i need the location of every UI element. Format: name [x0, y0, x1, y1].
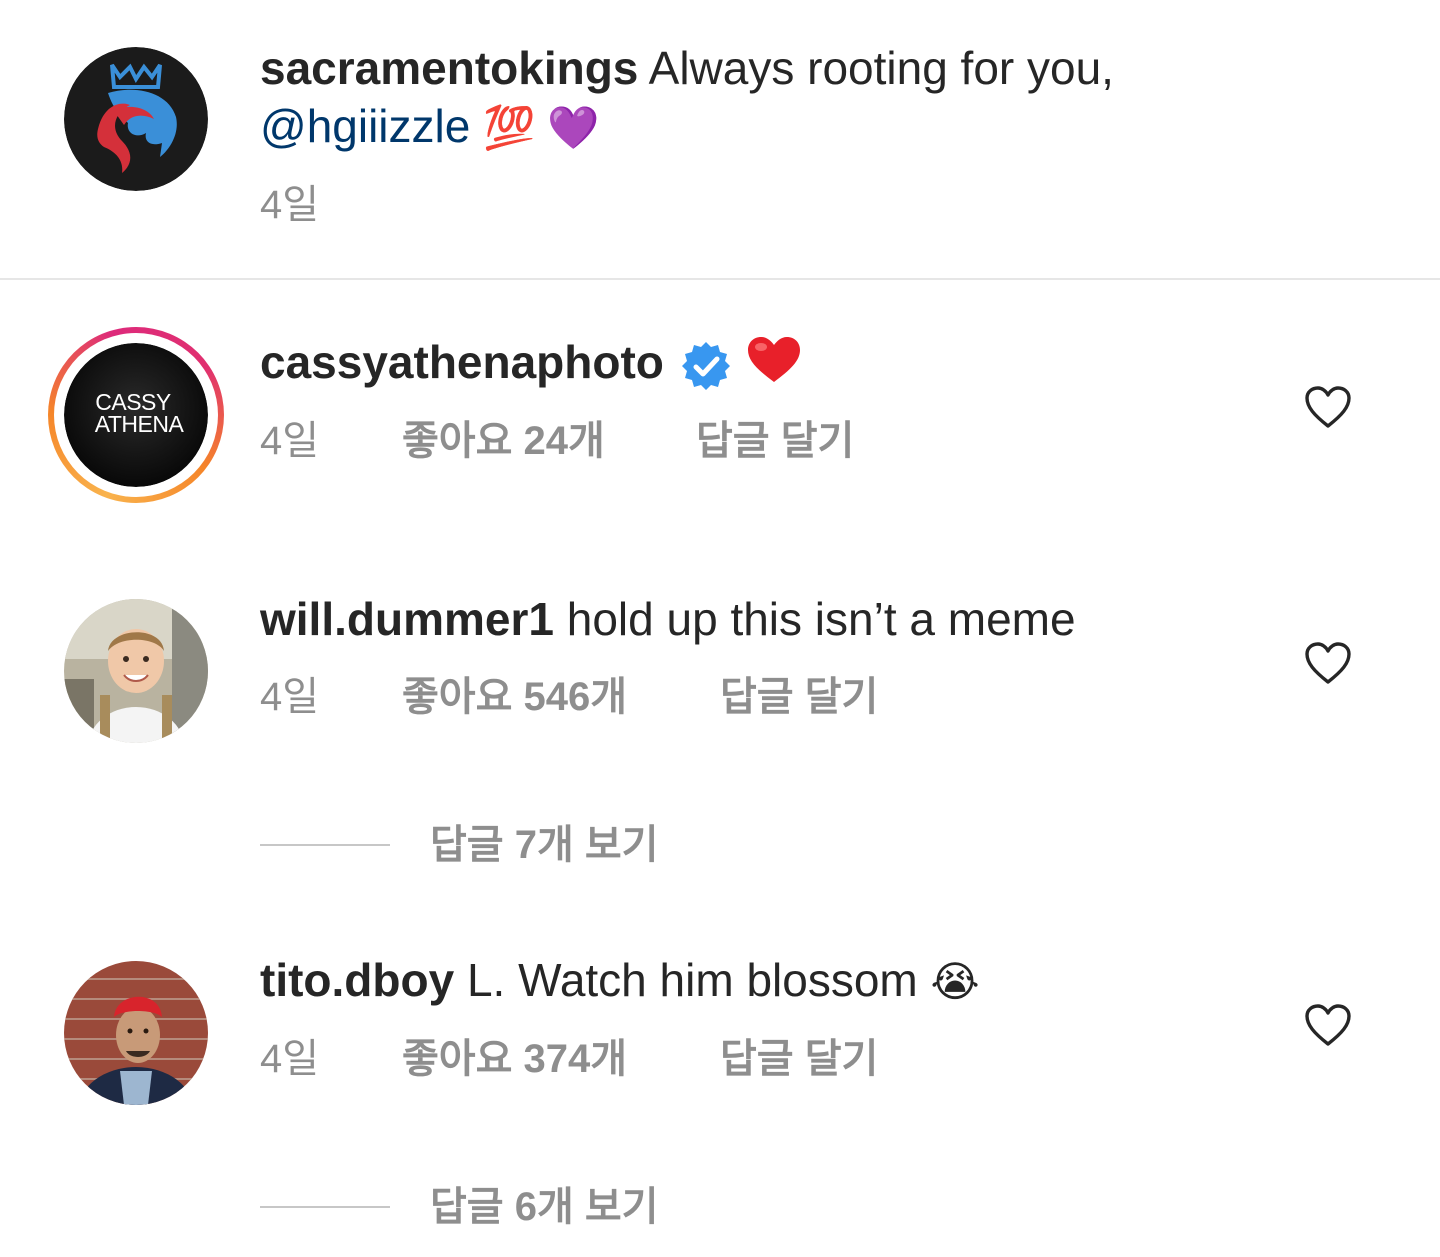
caption-divider: [0, 278, 1440, 280]
view-replies-line: [260, 1206, 390, 1208]
caption-body: Always rooting for you,: [648, 42, 1114, 94]
caption-text-line2: @hgiiizzle 💯 💜: [260, 98, 599, 156]
child-photo-icon: [64, 599, 208, 743]
avatar-will-dummer1[interactable]: [64, 599, 208, 743]
caption-username[interactable]: sacramentokings: [260, 42, 638, 94]
comment-username[interactable]: cassyathenaphoto: [260, 336, 664, 388]
comment-meta: 4일 좋아요 374개 답글 달기: [260, 1034, 878, 1084]
avatar-text-athena: ATHENA: [94, 411, 184, 437]
comment-text: cassyathenaphoto: [260, 334, 802, 396]
comment-body: hold up this isn’t a meme: [566, 593, 1076, 645]
kings-logo-icon: [64, 47, 208, 191]
red-heart-emoji-icon: [747, 336, 800, 382]
comment-username[interactable]: will.dummer1: [260, 593, 554, 645]
comment-likes[interactable]: 좋아요 546개: [402, 672, 627, 722]
comment-likes[interactable]: 좋아요 24개: [402, 416, 605, 466]
comment-username[interactable]: tito.dboy: [260, 954, 454, 1006]
like-heart-icon[interactable]: [1304, 641, 1352, 685]
avatar-text-cassy: CASSY: [95, 389, 171, 415]
like-heart-icon[interactable]: [1304, 385, 1352, 429]
reply-button[interactable]: 답글 달기: [720, 1034, 878, 1084]
heart-emoji: [746, 336, 802, 396]
verified-badge-icon: [681, 341, 730, 390]
post-caption: sacramentokings Always rooting for you, …: [0, 0, 1440, 278]
comment-text: will.dummer1 hold up this isn’t a meme: [260, 591, 1076, 647]
caption-time: 4일: [260, 183, 320, 227]
man-photo-icon: [64, 961, 208, 1105]
view-replies-label[interactable]: 답글 7개 보기: [430, 820, 658, 870]
reply-button[interactable]: 답글 달기: [720, 672, 878, 722]
comment-likes[interactable]: 좋아요 374개: [402, 1034, 627, 1084]
comment-time: 4일: [260, 1037, 320, 1081]
story-ring[interactable]: CASSY ATHENA: [48, 327, 224, 503]
avatar-tito-dboy[interactable]: [64, 961, 208, 1105]
avatar-cassyathenaphoto: CASSY ATHENA: [64, 343, 208, 487]
caption-mention[interactable]: @hgiiizzle: [260, 100, 470, 152]
crying-emoji: 😭: [930, 958, 980, 1005]
comment-time: 4일: [260, 675, 320, 719]
comment-body: L. Watch him blossom: [466, 954, 918, 1006]
avatar-sacramentokings[interactable]: [64, 47, 208, 191]
view-replies-line: [260, 844, 390, 846]
caption-text: sacramentokings Always rooting for you,: [260, 40, 1114, 96]
caption-emojis: 💯 💜: [483, 104, 600, 151]
comment-time: 4일: [260, 419, 320, 463]
like-heart-icon[interactable]: [1304, 1003, 1352, 1047]
caption-meta: 4일: [260, 180, 319, 230]
comment-text: tito.dboy L. Watch him blossom 😭: [260, 952, 980, 1010]
comment-meta: 4일 좋아요 24개 답글 달기: [260, 416, 854, 466]
reply-button[interactable]: 답글 달기: [696, 416, 854, 466]
view-replies-label[interactable]: 답글 6개 보기: [430, 1182, 658, 1232]
comment-meta: 4일 좋아요 546개 답글 달기: [260, 672, 878, 722]
